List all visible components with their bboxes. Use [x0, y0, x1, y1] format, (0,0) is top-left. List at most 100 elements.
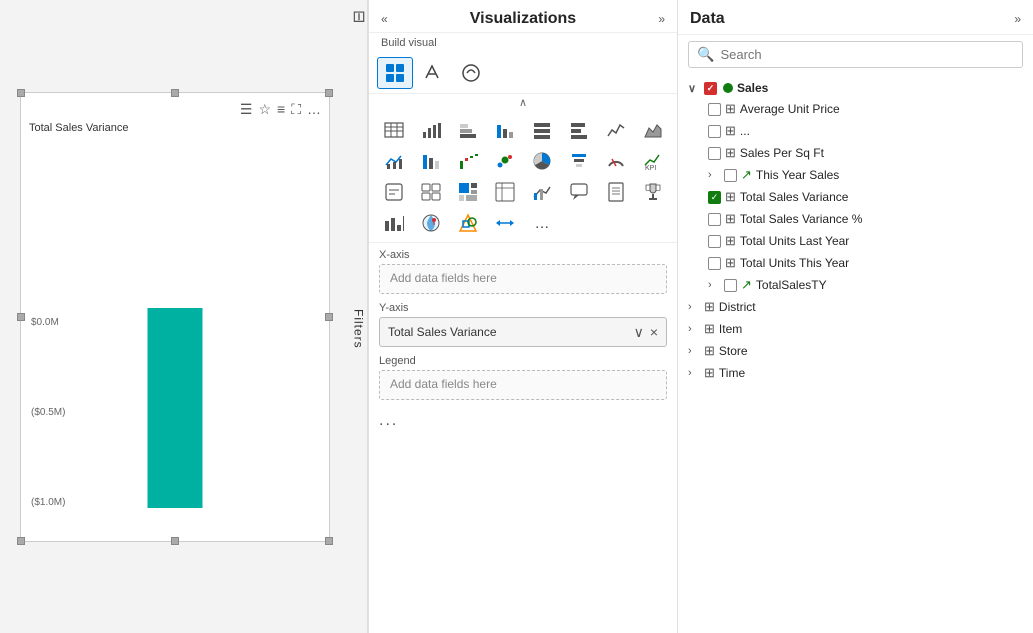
filters-label: Filters	[352, 309, 366, 349]
sales-sq-ft-checkbox[interactable]	[708, 147, 721, 160]
tree-sales[interactable]: ∨ ✓ Sales	[678, 78, 1033, 98]
viz-icon-waterfall[interactable]	[451, 146, 485, 176]
tree-total-units-this-year[interactable]: ⊞ Total Units This Year	[678, 252, 1033, 274]
viz-icon-hbar[interactable]	[562, 115, 596, 145]
tree-time[interactable]: › ⊞ Time	[678, 362, 1033, 384]
viz-icon-bar[interactable]	[414, 115, 448, 145]
total-sales-ty-expand[interactable]: ›	[708, 279, 720, 291]
data-expand-arrow[interactable]: »	[1014, 12, 1021, 26]
viz-icon-stackedbar[interactable]	[451, 115, 485, 145]
hamburger-icon[interactable]: ☰	[240, 101, 253, 118]
viz-icon-funnel[interactable]	[562, 146, 596, 176]
sales-sq-ft-icon: ⊞	[725, 145, 736, 161]
total-units-last-year-checkbox[interactable]	[708, 235, 721, 248]
tree-avg-unit-price[interactable]: ⊞ Average Unit Price	[678, 98, 1033, 120]
time-label: Time	[719, 366, 1023, 380]
expand-icon[interactable]: ⛶	[291, 101, 301, 118]
chart-toolbar: ☰ ☆ ≡ ⛶ …	[29, 101, 321, 118]
handle-ml[interactable]	[17, 313, 25, 321]
this-year-checkbox[interactable]	[724, 169, 737, 182]
viz-icon-card[interactable]	[377, 177, 411, 207]
viz-icon-treemap[interactable]	[451, 177, 485, 207]
viz-icon-100bar[interactable]	[525, 115, 559, 145]
viz-icon-format[interactable]	[415, 57, 451, 89]
viz-icon-matrix[interactable]	[488, 177, 522, 207]
viz-icon-azuremap[interactable]	[414, 208, 448, 238]
total-sales-ty-checkbox[interactable]	[724, 279, 737, 292]
tree-total-sales-variance-pct[interactable]: ⊞ Total Sales Variance %	[678, 208, 1033, 230]
viz-icon-kpi[interactable]: KPI	[636, 146, 670, 176]
avg-unit-price-checkbox[interactable]	[708, 103, 721, 116]
yaxis-chevron[interactable]: ∨	[634, 324, 644, 341]
viz-icon-lineclustered[interactable]	[377, 146, 411, 176]
viz-icon-smallmultiple[interactable]	[377, 208, 411, 238]
district-expand[interactable]: ›	[688, 301, 700, 313]
handle-mr[interactable]	[325, 313, 333, 321]
total-sales-variance-pct-checkbox[interactable]	[708, 213, 721, 226]
viz-icon-trophy[interactable]	[636, 177, 670, 207]
handle-br[interactable]	[325, 537, 333, 545]
field-wells-more[interactable]: ...	[379, 408, 667, 434]
this-year-label: This Year Sales	[756, 168, 1023, 182]
this-year-expand[interactable]: ›	[708, 169, 720, 181]
filters-tab[interactable]: ⊟ Filters	[350, 0, 368, 633]
sales-expand[interactable]: ∨	[688, 82, 700, 95]
viz-icon-paginated[interactable]	[599, 177, 633, 207]
sales-checkbox[interactable]: ✓	[704, 82, 717, 95]
viz-icon-linecluster2[interactable]	[525, 177, 559, 207]
total-sales-variance-checkbox[interactable]: ✓	[708, 191, 721, 204]
viz-icon-grid[interactable]	[377, 57, 413, 89]
viz-icon-multicard[interactable]	[414, 177, 448, 207]
viz-icon-ribbon[interactable]	[414, 146, 448, 176]
xaxis-placeholder: Add data fields here	[390, 271, 497, 285]
xaxis-drop[interactable]: Add data fields here	[379, 264, 667, 294]
total-units-this-year-label: Total Units This Year	[740, 256, 1023, 270]
handle-tl[interactable]	[17, 89, 25, 97]
viz-collapse-arrow[interactable]: «	[381, 12, 388, 26]
xaxis-section: X-axis Add data fields here	[379, 249, 667, 294]
tree-total-units-last-year[interactable]: ⊞ Total Units Last Year	[678, 230, 1033, 252]
viz-icon-arrows[interactable]	[488, 208, 522, 238]
chart-container: ☰ ☆ ≡ ⛶ … Total Sales Variance $0.0M ($0…	[20, 92, 330, 542]
yaxis-close[interactable]: ×	[650, 324, 658, 341]
more-icon[interactable]: …	[307, 101, 321, 118]
viz-icon-analytics[interactable]	[453, 57, 489, 89]
handle-bl[interactable]	[17, 537, 25, 545]
pin-icon[interactable]: ☆	[258, 101, 271, 118]
search-input[interactable]	[720, 47, 1014, 62]
viz-expand-arrow[interactable]: »	[658, 12, 665, 26]
search-box[interactable]: 🔍	[688, 41, 1023, 68]
ellipsis-checkbox[interactable]	[708, 125, 721, 138]
tree-total-sales-variance[interactable]: ✓ ⊞ Total Sales Variance	[678, 186, 1033, 208]
tree-sales-per-sq-ft[interactable]: ⊞ Sales Per Sq Ft	[678, 142, 1033, 164]
filter-icon[interactable]: ≡	[277, 101, 285, 118]
total-units-this-year-checkbox[interactable]	[708, 257, 721, 270]
handle-tr[interactable]	[325, 89, 333, 97]
viz-icon-area[interactable]	[636, 115, 670, 145]
viz-icon-table[interactable]	[377, 115, 411, 145]
viz-icon-scatter[interactable]	[488, 146, 522, 176]
legend-drop[interactable]: Add data fields here	[379, 370, 667, 400]
tree-store[interactable]: › ⊞ Store	[678, 340, 1033, 362]
y-label-neg05: ($0.5M)	[31, 407, 65, 418]
viz-icon-more[interactable]: …	[525, 208, 559, 238]
store-expand[interactable]: ›	[688, 345, 700, 357]
handle-tm[interactable]	[171, 89, 179, 97]
time-expand[interactable]: ›	[688, 367, 700, 379]
viz-icon-chat[interactable]	[562, 177, 596, 207]
tree-total-sales-ty[interactable]: › ↗ TotalSalesTY	[678, 274, 1033, 296]
viz-icon-pie[interactable]	[525, 146, 559, 176]
viz-icon-gauge[interactable]	[599, 146, 633, 176]
item-icon: ⊞	[704, 321, 715, 337]
viz-icon-clusteredbar[interactable]	[488, 115, 522, 145]
viz-icon-line[interactable]	[599, 115, 633, 145]
handle-bm[interactable]	[171, 537, 179, 545]
total-sales-ty-label: TotalSalesTY	[756, 278, 1023, 292]
tree-district[interactable]: › ⊞ District	[678, 296, 1033, 318]
viz-icon-shape[interactable]	[451, 208, 485, 238]
tree-this-year-sales[interactable]: › ↗ This Year Sales	[678, 164, 1033, 186]
item-expand[interactable]: ›	[688, 323, 700, 335]
tree-item[interactable]: › ⊞ Item	[678, 318, 1033, 340]
viz-chevron-down: ∧	[369, 94, 677, 111]
yaxis-filled[interactable]: Total Sales Variance ∨ ×	[379, 317, 667, 347]
